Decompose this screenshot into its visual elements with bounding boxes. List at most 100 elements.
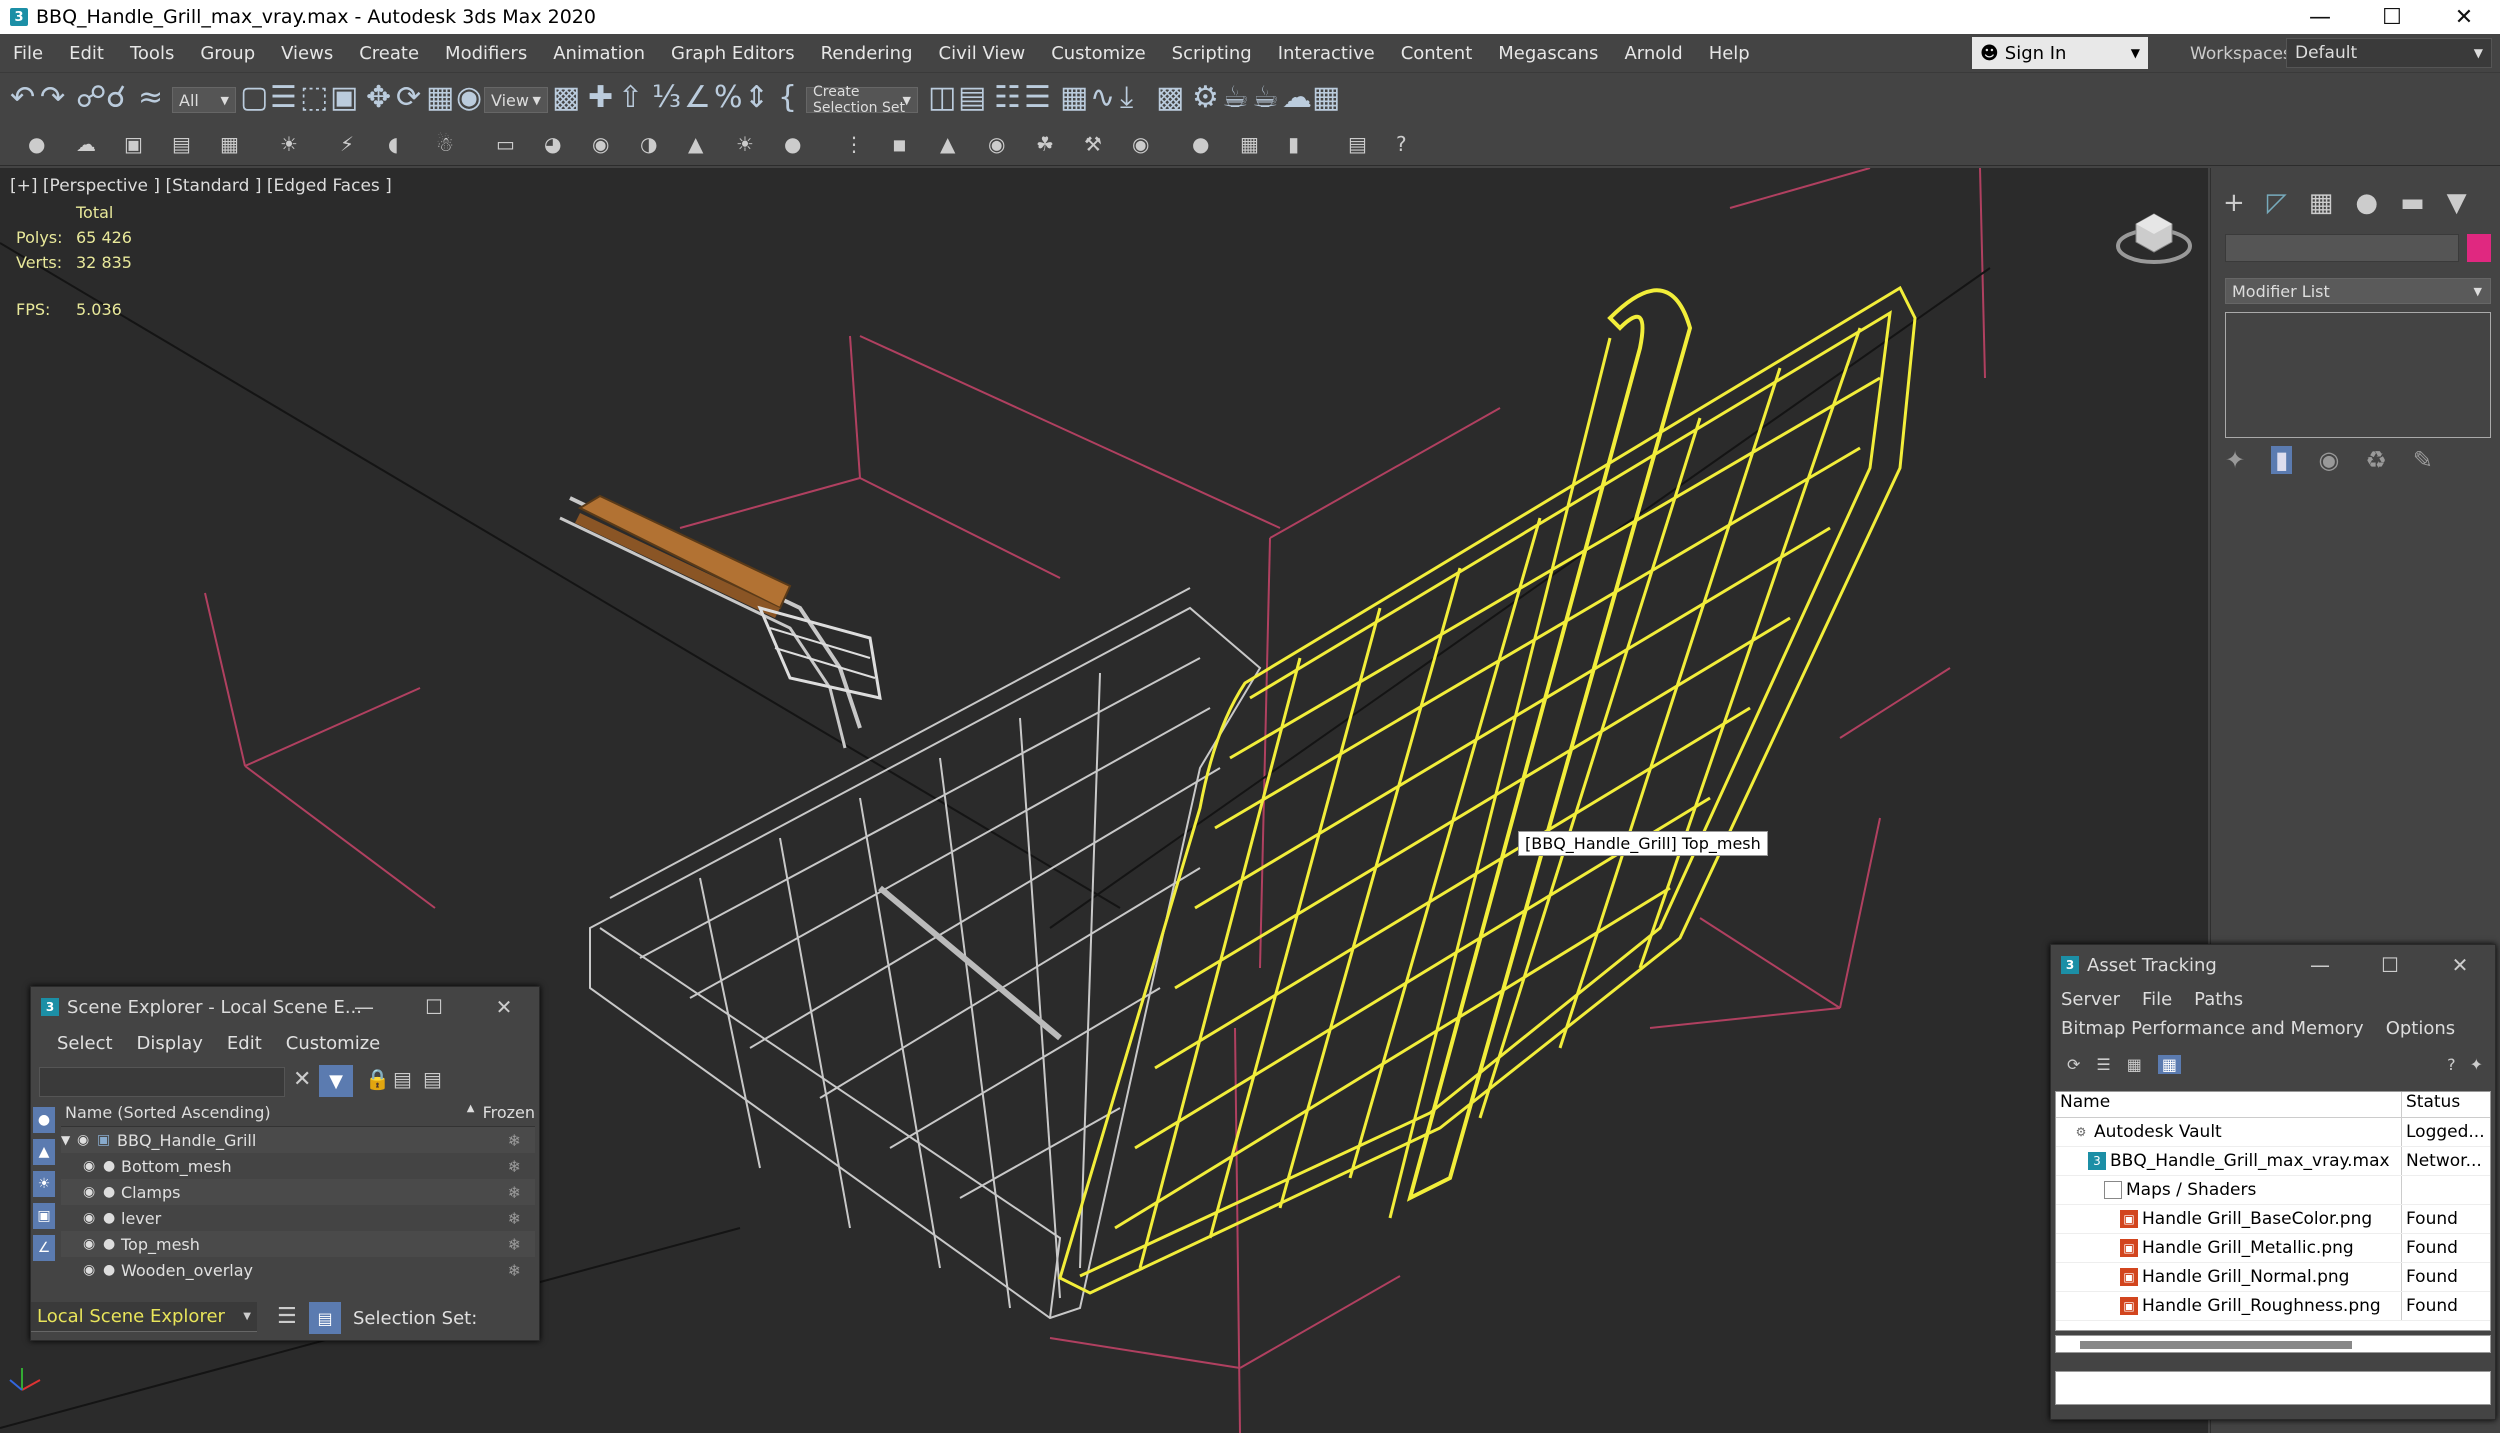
visibility-eye-icon[interactable]: ◉ bbox=[83, 1236, 103, 1252]
sort-hierarchy-icon[interactable]: ▤ bbox=[393, 1067, 412, 1091]
vray-proxy-icon[interactable]: ⚡ bbox=[340, 134, 354, 154]
link-icon[interactable]: ☍ bbox=[76, 83, 106, 113]
menu-graph-editors[interactable]: Graph Editors bbox=[658, 43, 808, 64]
vray-clipper-icon[interactable]: ▲ bbox=[940, 134, 955, 154]
pin-icon[interactable]: ✦ bbox=[2470, 1055, 2483, 1074]
menu-create[interactable]: Create bbox=[346, 43, 432, 64]
table-row[interactable]: ▣ Handle Grill_BaseColor.png Found bbox=[2056, 1205, 2490, 1234]
table-row[interactable]: ▣ Handle Grill_Roughness.png Found bbox=[2056, 1292, 2490, 1321]
create-selection-set-dropdown[interactable]: Create Selection Set ▼ bbox=[806, 84, 918, 116]
viewcube-icon[interactable] bbox=[2114, 200, 2194, 270]
minimize-icon[interactable]: — bbox=[329, 987, 399, 1027]
vray-teapot-icon[interactable]: ● bbox=[28, 134, 45, 154]
toggle-layer-explorer-icon[interactable]: ☰ bbox=[1024, 83, 1051, 113]
minimize-icon[interactable]: — bbox=[2284, 0, 2356, 34]
toggle-ribbon-icon[interactable]: ▦ bbox=[1060, 83, 1088, 113]
geometry-filter-icon[interactable]: ● bbox=[33, 1107, 55, 1133]
menu-views[interactable]: Views bbox=[268, 43, 346, 64]
se-menu-select[interactable]: Select bbox=[45, 1033, 125, 1054]
small-icons-view-icon[interactable]: ▦ bbox=[2127, 1055, 2142, 1074]
configure-modifier-sets-icon[interactable]: ✎ bbox=[2413, 446, 2433, 474]
pivot-center-icon[interactable]: ▩ bbox=[552, 83, 580, 113]
explorer-type-dropdown[interactable]: Local Scene Explorer ▼ bbox=[31, 1302, 257, 1332]
vray-globe-icon[interactable]: ● bbox=[1192, 134, 1209, 154]
menu-edit[interactable]: Edit bbox=[56, 43, 117, 64]
at-menu-bitmap-performance[interactable]: Bitmap Performance and Memory bbox=[2061, 1014, 2374, 1043]
vray-dome-icon[interactable]: ◑ bbox=[640, 134, 657, 154]
maximize-icon[interactable]: ☐ bbox=[2355, 945, 2425, 985]
table-row[interactable]: ▣ Handle Grill_Normal.png Found bbox=[2056, 1263, 2490, 1292]
tree-row[interactable]: ◉ ● Wooden_overlay ❄ bbox=[61, 1257, 535, 1283]
reference-coordinate-dropdown[interactable]: View ▼ bbox=[484, 87, 548, 113]
align-icon[interactable]: ▤ bbox=[958, 83, 986, 113]
menu-modifiers[interactable]: Modifiers bbox=[432, 43, 540, 64]
select-object-icon[interactable]: ▢ bbox=[240, 83, 268, 113]
schematic-view-icon[interactable]: ⤓ bbox=[1120, 83, 1133, 113]
menu-rendering[interactable]: Rendering bbox=[808, 43, 926, 64]
se-menu-display[interactable]: Display bbox=[125, 1033, 215, 1054]
tree-row[interactable]: ◉ ● Top_mesh ❄ bbox=[61, 1231, 535, 1257]
a360-gallery-icon[interactable]: ▦ bbox=[1312, 83, 1340, 113]
at-menu-file[interactable]: File bbox=[2142, 985, 2182, 1014]
collapse-icon[interactable]: ▼ bbox=[61, 1133, 77, 1147]
vray-ball-icon[interactable]: ◉ bbox=[592, 134, 609, 154]
object-color-swatch[interactable] bbox=[2467, 234, 2491, 262]
frozen-snowflake-icon[interactable]: ❄ bbox=[508, 1183, 521, 1202]
vray-cosmos-icon[interactable]: ▦ bbox=[1240, 134, 1259, 154]
vray-foliage-icon[interactable]: ☘ bbox=[1036, 134, 1054, 154]
frozen-snowflake-icon[interactable]: ❄ bbox=[508, 1209, 521, 1228]
vray-sphere-icon[interactable]: ◕ bbox=[544, 134, 561, 154]
visibility-eye-icon[interactable]: ◉ bbox=[83, 1210, 103, 1226]
minimize-icon[interactable]: — bbox=[2285, 945, 2355, 985]
visibility-eye-icon[interactable]: ◉ bbox=[83, 1158, 103, 1174]
lock-icon[interactable]: 🔒 bbox=[365, 1067, 390, 1091]
percent-snap-icon[interactable]: % bbox=[714, 83, 743, 113]
modifier-list-dropdown[interactable]: Modifier List ▼ bbox=[2225, 278, 2491, 304]
modifier-stack[interactable] bbox=[2225, 312, 2491, 438]
hierarchy-icon[interactable]: ▤ bbox=[309, 1302, 341, 1334]
utilities-tab-icon[interactable]: ▼ bbox=[2447, 188, 2467, 218]
workspaces-select[interactable]: Default ▼ bbox=[2286, 38, 2492, 68]
menu-arnold[interactable]: Arnold bbox=[1611, 43, 1695, 64]
keyboard-shortcut-override-icon[interactable]: ⇧ bbox=[618, 83, 643, 113]
sign-in-dropdown[interactable]: ☻ Sign In ▼ bbox=[1972, 37, 2148, 69]
close-icon[interactable]: ✕ bbox=[2428, 0, 2500, 34]
menu-group[interactable]: Group bbox=[187, 43, 268, 64]
vray-material-icon[interactable]: ◉ bbox=[1132, 134, 1149, 154]
horizontal-scrollbar[interactable] bbox=[2055, 1335, 2491, 1353]
asset-tracking-titlebar[interactable]: 3 Asset Tracking — ☐ ✕ bbox=[2051, 945, 2495, 985]
menu-scripting[interactable]: Scripting bbox=[1159, 43, 1265, 64]
vray-environment-icon[interactable]: ◉ bbox=[988, 134, 1005, 154]
place-icon[interactable]: ◉ bbox=[456, 83, 482, 113]
undo-icon[interactable]: ↶ bbox=[10, 83, 35, 113]
pin-stack-icon[interactable]: ✦ bbox=[2225, 446, 2245, 474]
toggle-scene-explorer-icon[interactable]: ☷ bbox=[994, 83, 1021, 113]
curve-editor-icon[interactable]: ∿ bbox=[1090, 83, 1115, 113]
scale-icon[interactable]: ▦ bbox=[426, 83, 454, 113]
edit-named-selection-icon[interactable]: { bbox=[778, 83, 797, 113]
render-production-icon[interactable]: ☕ bbox=[1252, 83, 1279, 113]
vray-vfb-icon[interactable]: ▦ bbox=[220, 134, 239, 154]
menu-customize[interactable]: Customize bbox=[1038, 43, 1158, 64]
clear-search-icon[interactable]: ✕ bbox=[293, 1067, 311, 1092]
se-menu-customize[interactable]: Customize bbox=[274, 1033, 392, 1054]
close-icon[interactable]: ✕ bbox=[469, 987, 539, 1027]
create-tab-icon[interactable]: + bbox=[2223, 188, 2245, 218]
list-view-icon[interactable]: ☰ bbox=[2096, 1055, 2110, 1074]
column-frozen[interactable]: Frozen bbox=[483, 1103, 535, 1126]
render-setup-icon[interactable]: ⚙ bbox=[1192, 83, 1219, 113]
table-row[interactable]: ⚙ Autodesk Vault Logged... bbox=[2056, 1118, 2490, 1147]
display-tab-icon[interactable]: ▬ bbox=[2400, 188, 2425, 218]
table-row[interactable]: ▣ Handle Grill_Metallic.png Found bbox=[2056, 1234, 2490, 1263]
frozen-snowflake-icon[interactable]: ❄ bbox=[508, 1131, 521, 1150]
vray-frame-buffer-icon[interactable]: ▣ bbox=[124, 134, 143, 154]
rotate-icon[interactable]: ⟳ bbox=[396, 83, 421, 113]
tree-row[interactable]: ▼ ◉ ▣ BBQ_Handle_Grill ❄ bbox=[61, 1127, 535, 1153]
vray-bitmap-icon[interactable]: ▮ bbox=[1288, 134, 1299, 154]
menu-interactive[interactable]: Interactive bbox=[1265, 43, 1388, 64]
vray-mesh-export-icon[interactable]: ☃ bbox=[436, 134, 454, 154]
visibility-eye-icon[interactable]: ◉ bbox=[77, 1132, 97, 1148]
maximize-icon[interactable]: ☐ bbox=[2356, 0, 2428, 34]
asset-path-field[interactable] bbox=[2055, 1371, 2491, 1405]
menu-file[interactable]: File bbox=[0, 43, 56, 64]
